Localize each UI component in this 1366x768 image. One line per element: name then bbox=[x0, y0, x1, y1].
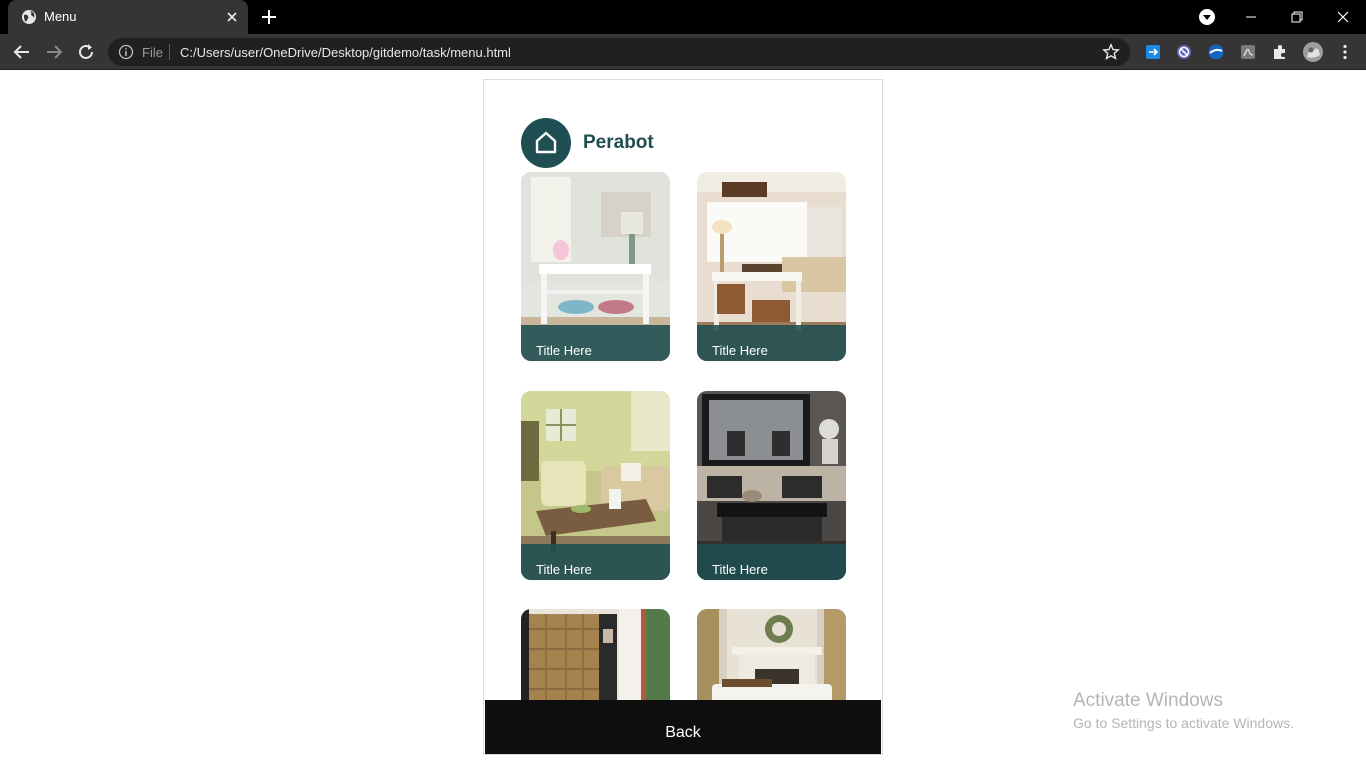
profile-dropdown-icon[interactable] bbox=[1196, 6, 1218, 28]
windows-watermark-title: Activate Windows bbox=[1073, 690, 1223, 711]
globe-icon bbox=[22, 10, 36, 24]
forward-arrow-icon[interactable] bbox=[44, 42, 64, 62]
card-title: Title Here bbox=[536, 343, 592, 358]
home-icon bbox=[535, 131, 557, 154]
product-card[interactable]: Title Here bbox=[521, 391, 670, 580]
address-scheme-label: File bbox=[142, 45, 163, 60]
restore-icon[interactable] bbox=[1286, 6, 1308, 28]
plus-icon[interactable] bbox=[260, 8, 278, 26]
product-card[interactable]: Title Here bbox=[697, 172, 846, 361]
address-url[interactable]: C:/Users/user/OneDrive/Desktop/gitdemo/t… bbox=[180, 45, 511, 60]
back-button[interactable]: Back bbox=[485, 700, 881, 754]
more-vert-icon[interactable] bbox=[1336, 43, 1354, 61]
avatar[interactable] bbox=[1302, 41, 1324, 63]
close-window-icon[interactable] bbox=[1332, 6, 1354, 28]
browser-toolbar: File C:/Users/user/OneDrive/Desktop/gitd… bbox=[0, 34, 1366, 70]
card-caption: Title Here bbox=[521, 544, 670, 580]
card-title: Title Here bbox=[536, 562, 592, 577]
product-card[interactable]: Title Here bbox=[697, 391, 846, 580]
card-title: Title Here bbox=[712, 562, 768, 577]
puzzle-icon[interactable] bbox=[1271, 43, 1289, 61]
browser-titlebar: Menu bbox=[0, 0, 1366, 34]
back-button-label: Back bbox=[665, 724, 701, 741]
card-caption: Title Here bbox=[697, 544, 846, 580]
minimize-icon[interactable] bbox=[1240, 6, 1262, 28]
block-extension-icon[interactable] bbox=[1175, 43, 1193, 61]
back-arrow-icon[interactable] bbox=[12, 42, 32, 62]
shield-extension-icon[interactable] bbox=[1207, 43, 1225, 61]
windows-watermark-subtitle: Go to Settings to activate Windows. bbox=[1073, 715, 1294, 731]
pdf-extension-icon[interactable] bbox=[1239, 43, 1257, 61]
reload-icon[interactable] bbox=[76, 42, 96, 62]
star-icon[interactable] bbox=[1102, 43, 1120, 61]
close-icon[interactable] bbox=[224, 9, 240, 25]
logo bbox=[521, 118, 571, 168]
card-caption: Title Here bbox=[521, 325, 670, 361]
card-caption: Title Here bbox=[697, 325, 846, 361]
translate-extension-icon[interactable] bbox=[1144, 43, 1162, 61]
tab-title: Menu bbox=[44, 9, 77, 24]
product-card[interactable]: Title Here bbox=[521, 172, 670, 361]
brand-title: Perabot bbox=[583, 132, 654, 153]
mobile-frame: Perabot Title Here Title Here Title Here… bbox=[483, 79, 883, 755]
info-icon[interactable] bbox=[118, 44, 134, 60]
card-title: Title Here bbox=[712, 343, 768, 358]
page-viewport: Perabot Title Here Title Here Title Here… bbox=[0, 71, 1366, 768]
address-bar[interactable]: File C:/Users/user/OneDrive/Desktop/gitd… bbox=[108, 38, 1130, 66]
address-divider bbox=[169, 44, 170, 60]
browser-tab-active[interactable]: Menu bbox=[8, 0, 248, 34]
